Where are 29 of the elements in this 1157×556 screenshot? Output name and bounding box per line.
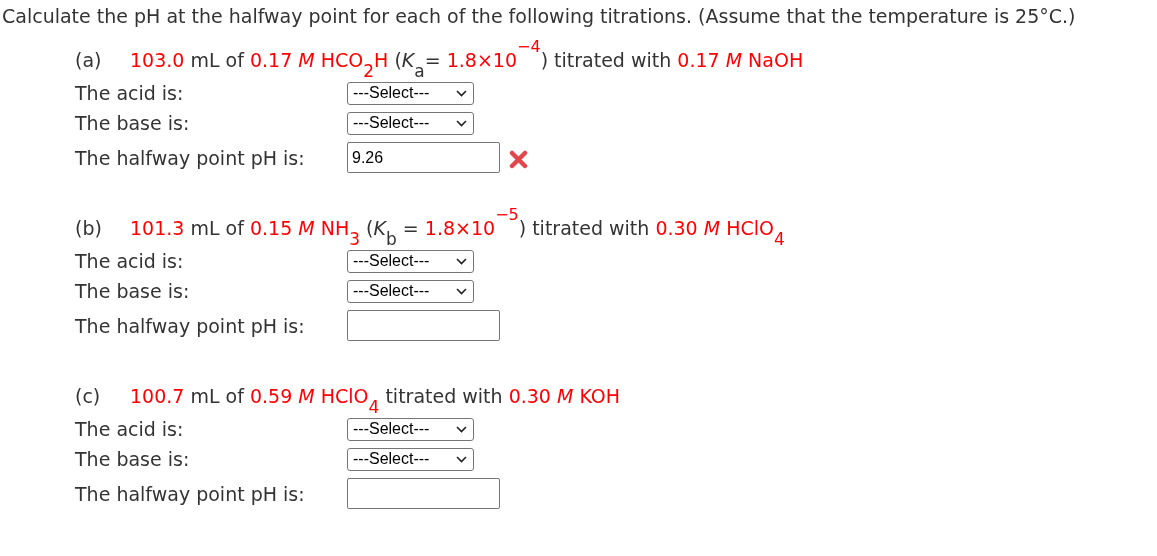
problem-statement: 100.7 mL of 0.59 M HClO$_{4}$ titrated with 0.30 M KOH — [130, 384, 621, 413]
field-label: The halfway point pH is: — [75, 482, 306, 505]
answer-field[interactable] — [347, 478, 500, 509]
answer-field[interactable]: 9.26 — [347, 142, 500, 173]
dropdown[interactable]: ---Select--- — [347, 279, 474, 303]
field-label: The halfway point pH is: — [75, 146, 306, 169]
part-label: (a) — [75, 48, 103, 72]
dropdown[interactable]: ---Select--- — [347, 249, 474, 273]
field-label: The acid is: — [75, 418, 185, 440]
chevron-down-icon — [456, 119, 467, 127]
dropdown[interactable]: ---Select--- — [347, 447, 474, 471]
dropdown[interactable]: ---Select--- — [347, 81, 474, 105]
chevron-down-icon — [456, 89, 467, 97]
dropdown[interactable]: ---Select--- — [347, 417, 474, 441]
field-label: The base is: — [75, 280, 191, 302]
chevron-down-icon — [456, 287, 467, 295]
part-label: (b) — [75, 216, 103, 240]
field-label: The base is: — [75, 112, 191, 134]
dropdown[interactable]: ---Select--- — [347, 111, 474, 135]
answer-field[interactable] — [347, 310, 500, 341]
part-label: (c) — [75, 384, 102, 408]
field-label: The base is: — [75, 448, 191, 470]
chevron-down-icon — [456, 257, 467, 265]
chevron-down-icon — [456, 455, 467, 463]
chevron-down-icon — [456, 425, 467, 433]
instructions-text: Calculate the pH at the halfway point for each of the following titrations. (Assume that the temperature is 25°C.) — [2, 4, 1076, 28]
field-label: The acid is: — [75, 250, 185, 272]
field-label: The acid is: — [75, 82, 185, 104]
field-label: The halfway point pH is: — [75, 314, 306, 337]
